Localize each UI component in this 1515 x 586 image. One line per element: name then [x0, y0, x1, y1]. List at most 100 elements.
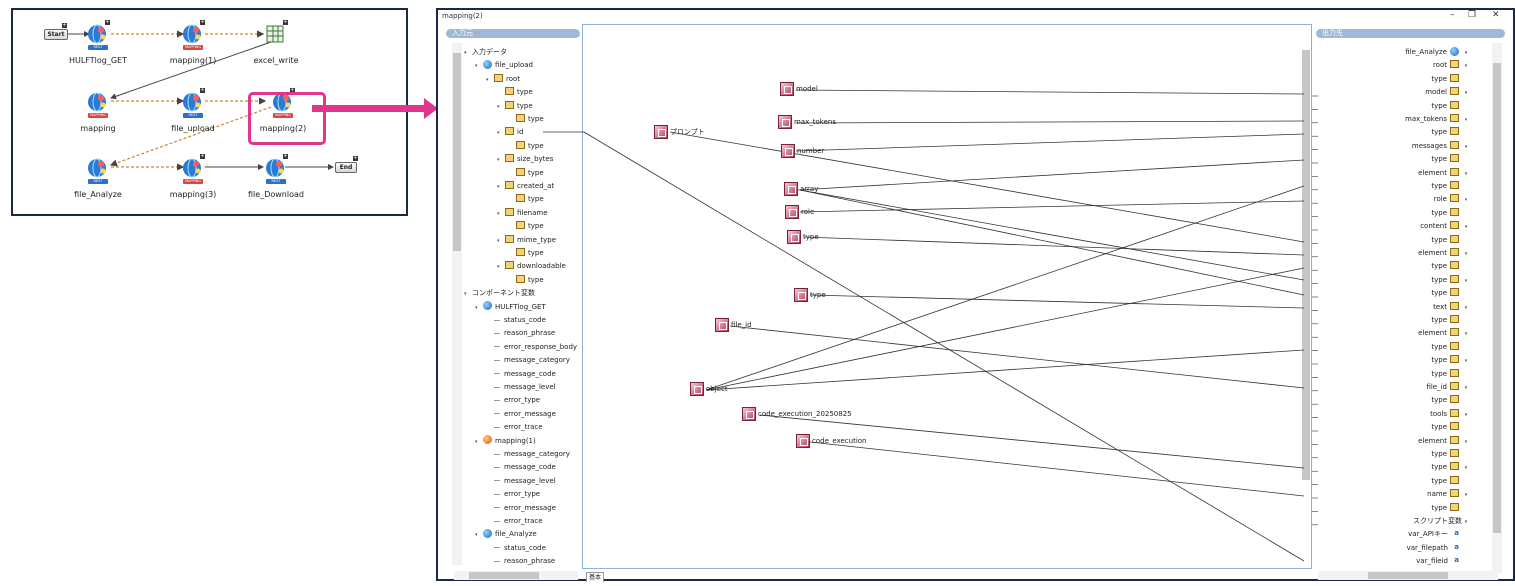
output-tree-item[interactable]: スクリプト変数 ▾: [1413, 515, 1470, 528]
expand-arrow-icon[interactable]: ▾: [1462, 409, 1470, 422]
add-icon[interactable]: +: [283, 154, 288, 159]
output-tree-item[interactable]: type: [1431, 153, 1470, 166]
output-tree-item[interactable]: type: [1431, 368, 1470, 381]
add-icon[interactable]: +: [105, 20, 110, 25]
output-tree-item[interactable]: type: [1431, 475, 1470, 488]
expand-arrow-icon[interactable]: ▾: [1462, 328, 1470, 341]
node-label: mapping(1): [169, 56, 217, 65]
output-tree-item[interactable]: type ▾: [1431, 274, 1470, 287]
canvas-node-label: object: [706, 385, 728, 393]
output-tree-item[interactable]: role ▾: [1434, 193, 1470, 206]
node-file-download[interactable]: + REST file_Download: [236, 153, 316, 201]
expand-arrow-icon[interactable]: ▾: [1462, 436, 1470, 449]
output-tree-item[interactable]: type: [1431, 502, 1470, 515]
output-tree-item[interactable]: type: [1431, 73, 1470, 86]
expand-arrow-icon[interactable]: ▾: [1462, 60, 1470, 73]
node-hulftlog-get[interactable]: + REST HULFTlog_GET: [58, 19, 138, 67]
add-icon[interactable]: +: [200, 20, 205, 25]
output-tree-item[interactable]: type ▾: [1431, 461, 1470, 474]
canvas-node-role[interactable]: role: [785, 205, 814, 219]
output-scrollbar[interactable]: [1492, 43, 1502, 573]
add-icon[interactable]: +: [283, 20, 288, 25]
output-hscrollbar[interactable]: [1318, 571, 1498, 580]
expand-arrow-icon[interactable]: ▾: [1462, 194, 1470, 207]
scroll-thumb[interactable]: [1493, 63, 1501, 533]
node-file-analyze[interactable]: REST file_Analyze: [58, 153, 138, 201]
output-tree-item[interactable]: name ▾: [1427, 488, 1470, 501]
node-mapping-1[interactable]: + MAPPING mapping(1): [153, 19, 233, 67]
output-tree-item[interactable]: type: [1431, 394, 1470, 407]
output-tree-item[interactable]: type: [1431, 287, 1470, 300]
add-icon[interactable]: +: [200, 154, 205, 159]
output-tree-item[interactable]: messages ▾: [1412, 140, 1470, 153]
output-tree-item[interactable]: type: [1431, 448, 1470, 461]
output-tree-item[interactable]: var_APIキー a: [1408, 528, 1470, 541]
canvas-node-array[interactable]: array: [784, 182, 818, 196]
expand-arrow-icon[interactable]: ▾: [1462, 516, 1470, 529]
tab-basic[interactable]: 基本: [586, 572, 604, 582]
output-tree-label: type: [1431, 182, 1447, 190]
expand-arrow-icon[interactable]: ▾: [1462, 87, 1470, 100]
canvas-node-type1[interactable]: type: [787, 230, 819, 244]
expand-arrow-icon[interactable]: ▾: [1462, 47, 1470, 60]
canvas-node-file-id[interactable]: file_id: [715, 318, 752, 332]
add-icon[interactable]: +: [353, 156, 358, 161]
output-tree-item[interactable]: tools ▾: [1430, 408, 1470, 421]
output-tree-item[interactable]: var_fileid a: [1416, 555, 1470, 568]
expand-arrow-icon[interactable]: ▾: [1462, 302, 1470, 315]
expand-arrow-icon[interactable]: ▾: [1462, 168, 1470, 181]
output-tree-item[interactable]: element ▾: [1418, 327, 1470, 340]
node-file-upload[interactable]: + REST file_upload: [153, 87, 233, 135]
output-tree-label: model: [1425, 88, 1447, 97]
output-tree-item[interactable]: type: [1431, 234, 1470, 247]
output-tree-item[interactable]: element ▾: [1418, 167, 1470, 180]
canvas-node-max-tokens[interactable]: max_tokens: [778, 115, 836, 129]
output-tree-item[interactable]: model ▾: [1425, 86, 1470, 99]
output-tree-item[interactable]: file_Analyze ▾: [1405, 46, 1470, 59]
node-excel-write[interactable]: + excel_write: [236, 19, 316, 67]
canvas-node-prompt[interactable]: プロンプト: [654, 125, 705, 139]
end-node[interactable]: End: [335, 162, 357, 173]
canvas-node-code-exec-date[interactable]: code_execution_20250825: [742, 407, 852, 421]
output-tree-item[interactable]: type: [1431, 180, 1470, 193]
output-tree-item[interactable]: text ▾: [1433, 301, 1470, 314]
expand-arrow-icon[interactable]: ▾: [1462, 489, 1470, 502]
canvas-node-code-exec[interactable]: code_execution: [796, 434, 867, 448]
canvas-node-model[interactable]: model: [780, 82, 818, 96]
expand-arrow-icon[interactable]: ▾: [1462, 221, 1470, 234]
output-tree-item[interactable]: element ▾: [1418, 247, 1470, 260]
output-tree-item[interactable]: element ▾: [1418, 435, 1470, 448]
output-tree-label: type: [1431, 503, 1447, 512]
expand-arrow-icon[interactable]: ▾: [1462, 355, 1470, 368]
scroll-thumb[interactable]: [1368, 572, 1448, 579]
output-tree-label: type: [1431, 423, 1447, 432]
output-tree-item[interactable]: type: [1431, 126, 1470, 139]
canvas-node-label: file_id: [731, 321, 752, 329]
output-tree-item[interactable]: type: [1431, 421, 1470, 434]
output-tree-item[interactable]: var_filepath a: [1407, 542, 1470, 555]
canvas-node-number[interactable]: number: [781, 144, 824, 158]
output-tree-item[interactable]: type: [1431, 260, 1470, 273]
node-mapping-3[interactable]: + MAPPING mapping(3): [153, 153, 233, 201]
output-tree-item[interactable]: content ▾: [1420, 220, 1470, 233]
output-tree-item[interactable]: type: [1431, 100, 1470, 113]
output-tree-item[interactable]: type: [1431, 341, 1470, 354]
node-mapping[interactable]: MAPPING mapping: [58, 87, 138, 135]
output-tree-item[interactable]: root ▾: [1433, 59, 1470, 72]
expand-arrow-icon[interactable]: ▾: [1462, 141, 1470, 154]
output-tree-item[interactable]: type: [1431, 314, 1470, 327]
output-tree-label: type: [1431, 342, 1447, 351]
output-tree-item[interactable]: max_tokens ▾: [1405, 113, 1470, 126]
element-table-icon: [1450, 60, 1459, 69]
canvas-node-type2[interactable]: type: [794, 288, 826, 302]
expand-arrow-icon[interactable]: ▾: [1462, 382, 1470, 395]
expand-arrow-icon[interactable]: ▾: [1462, 275, 1470, 288]
canvas-node-object[interactable]: object: [690, 382, 728, 396]
add-icon[interactable]: +: [200, 88, 205, 93]
output-tree-item[interactable]: type ▾: [1431, 354, 1470, 367]
output-tree-item[interactable]: type: [1431, 207, 1470, 220]
output-tree-item[interactable]: file_id ▾: [1426, 381, 1470, 394]
expand-arrow-icon[interactable]: ▾: [1462, 248, 1470, 261]
expand-arrow-icon[interactable]: ▾: [1462, 114, 1470, 127]
expand-arrow-icon[interactable]: ▾: [1462, 462, 1470, 475]
